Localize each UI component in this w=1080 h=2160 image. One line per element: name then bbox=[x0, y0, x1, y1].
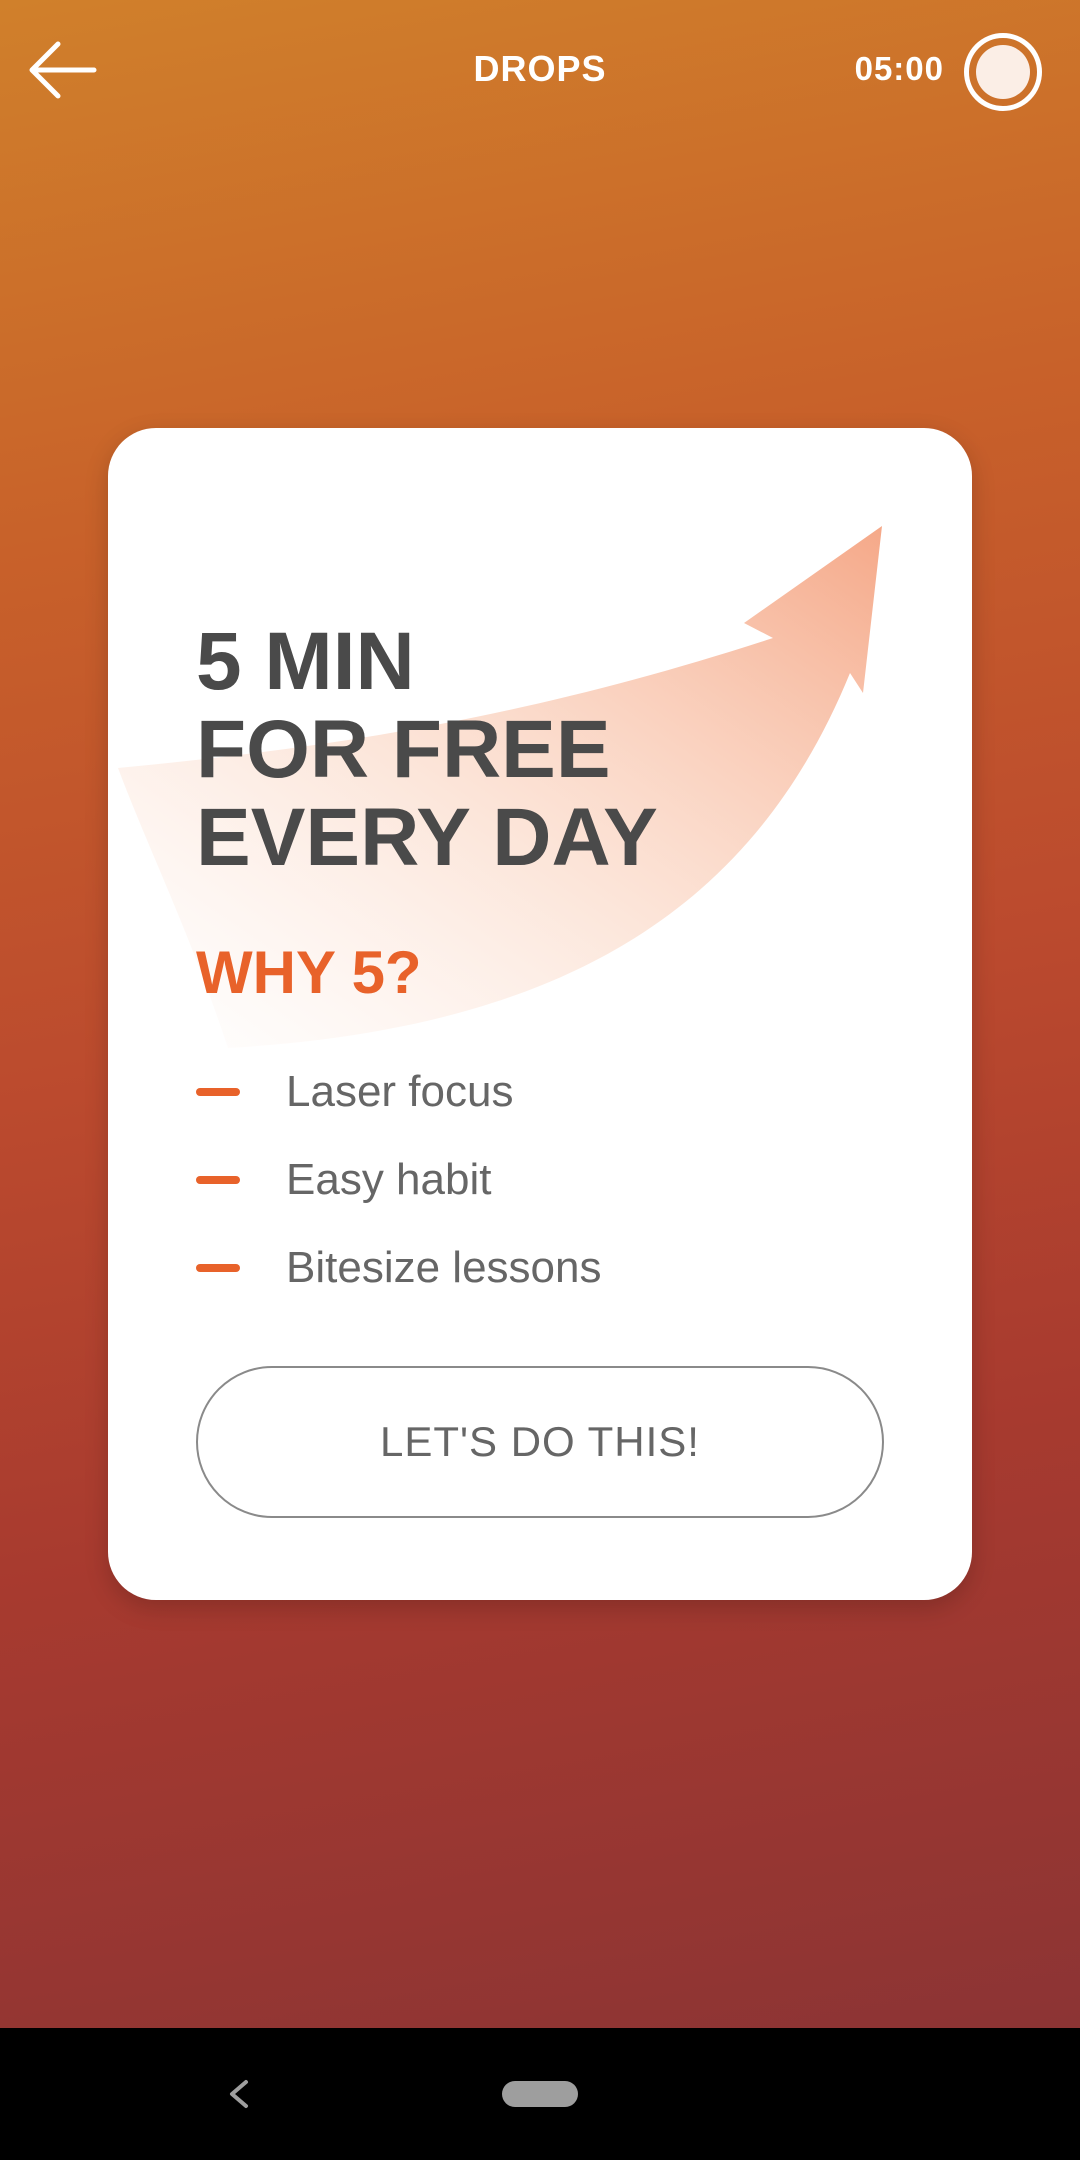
headline-line: FOR FREE bbox=[196, 704, 611, 795]
nav-back-button[interactable] bbox=[220, 2074, 260, 2114]
top-bar: DROPS 05:00 bbox=[0, 0, 1080, 140]
list-item: Easy habit bbox=[196, 1136, 601, 1224]
list-item: Bitesize lessons bbox=[196, 1224, 601, 1312]
nav-home-pill-icon[interactable] bbox=[502, 2081, 578, 2107]
dash-bullet-icon bbox=[196, 1264, 240, 1272]
free-minutes-card: 5 MIN FOR FREE EVERY DAY WHY 5? Laser fo… bbox=[108, 428, 972, 1600]
nav-back-icon bbox=[230, 2080, 248, 2108]
why-title: WHY 5? bbox=[196, 939, 422, 1006]
dash-bullet-icon bbox=[196, 1176, 240, 1184]
app-screen: DROPS 05:00 5 MIN FOR FREE EVERY DAY WHY… bbox=[0, 0, 1080, 2028]
system-nav-bar bbox=[0, 2028, 1080, 2160]
reason-label: Bitesize lessons bbox=[286, 1243, 602, 1292]
reasons-list: Laser focus Easy habit Bitesize lessons bbox=[196, 1048, 601, 1312]
timer-circle-fill bbox=[976, 45, 1030, 99]
timer-readout: 05:00 bbox=[854, 50, 944, 87]
dash-bullet-icon bbox=[196, 1088, 240, 1096]
headline: 5 MIN FOR FREE EVERY DAY bbox=[196, 618, 658, 882]
headline-line: EVERY DAY bbox=[196, 792, 658, 883]
list-item: Laser focus bbox=[196, 1048, 601, 1136]
reason-label: Easy habit bbox=[286, 1155, 492, 1204]
lets-do-this-button[interactable]: LET'S DO THIS! bbox=[196, 1366, 884, 1518]
headline-line: 5 MIN bbox=[196, 616, 415, 707]
reason-label: Laser focus bbox=[286, 1067, 514, 1116]
timer-circle-icon[interactable] bbox=[964, 33, 1042, 111]
